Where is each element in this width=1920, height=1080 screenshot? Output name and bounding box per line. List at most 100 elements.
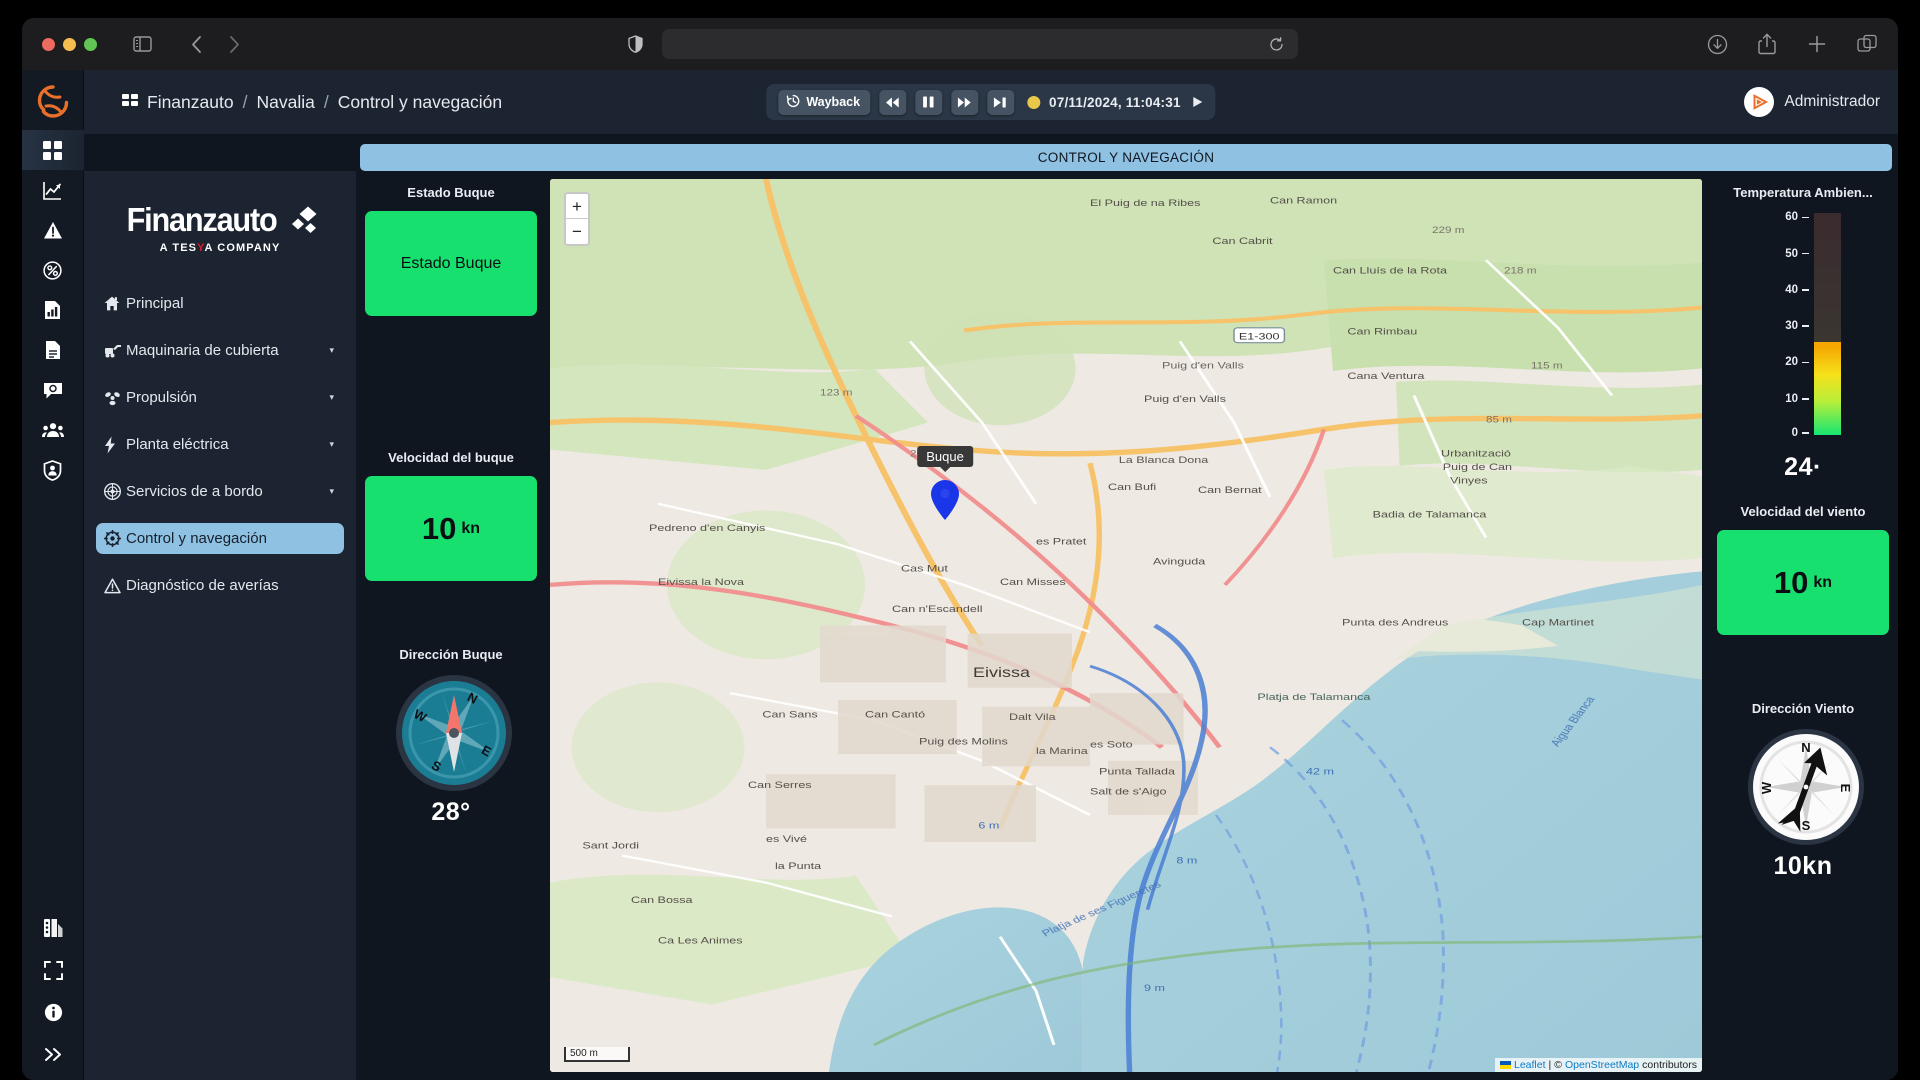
- svg-text:Can Bernat: Can Bernat: [1198, 485, 1263, 495]
- zoom-out-button[interactable]: −: [566, 219, 588, 244]
- sidebar-item-planta-electrica[interactable]: Planta eléctrica ▾: [96, 429, 344, 460]
- svg-text:Can Cabrit: Can Cabrit: [1212, 236, 1273, 246]
- svg-text:Can Ramon: Can Ramon: [1270, 196, 1337, 206]
- users-group-icon: [42, 422, 64, 438]
- wayback-button[interactable]: Wayback: [778, 90, 870, 115]
- rail-item-documents[interactable]: [22, 330, 84, 370]
- svg-text:42 m: 42 m: [1306, 767, 1334, 777]
- traffic-lights: [42, 38, 97, 51]
- breadcrumb-item-1[interactable]: Navalia: [256, 92, 314, 113]
- bolt-icon: [104, 436, 126, 454]
- rail-item-fullscreen[interactable]: [22, 950, 84, 990]
- rail-item-reports[interactable]: [22, 290, 84, 330]
- rail-item-messages[interactable]: [22, 370, 84, 410]
- rail-item-info[interactable]: [22, 992, 84, 1032]
- rail-item-expand[interactable]: [22, 1034, 84, 1074]
- rail-bottom-group: [22, 908, 84, 1074]
- copy-tabs-icon[interactable]: [1854, 31, 1880, 57]
- line-chart-icon: [43, 181, 62, 200]
- sidebar-item-control-y-navegacion[interactable]: Control y navegación: [96, 523, 344, 554]
- leaflet-link[interactable]: Leaflet: [1514, 1059, 1546, 1071]
- tick-dash: [1802, 432, 1809, 434]
- copyright-symbol: ©: [1554, 1059, 1562, 1071]
- minimize-window-button[interactable]: [63, 38, 76, 51]
- maximize-window-button[interactable]: [84, 38, 97, 51]
- close-window-button[interactable]: [42, 38, 55, 51]
- direccion-viento-value: 10kn: [1774, 852, 1833, 881]
- browser-chrome: [22, 18, 1898, 70]
- finanzauto-logo: Finanzauto A TESYA COMPANY: [84, 193, 356, 254]
- sidebar-item-maquinaria-de-cubierta[interactable]: Maquinaria de cubierta ▾: [96, 335, 344, 366]
- shield-icon[interactable]: [622, 31, 648, 57]
- rail-item-theme[interactable]: [22, 908, 84, 948]
- logo-tagline: A TESYA COMPANY: [84, 242, 356, 254]
- share-icon[interactable]: [1754, 31, 1780, 57]
- rail-item-alarms[interactable]: [22, 210, 84, 250]
- direccion-viento-title: Dirección Viento: [1752, 701, 1854, 716]
- chat-bubble-icon: [43, 381, 63, 400]
- address-bar[interactable]: [662, 29, 1298, 59]
- app-logo-icon[interactable]: [31, 78, 75, 124]
- pause-button[interactable]: [915, 90, 942, 115]
- svg-text:Dalt Vila: Dalt Vila: [1009, 713, 1057, 723]
- estado-buque-value: Estado Buque: [365, 211, 537, 316]
- rewind-button[interactable]: [879, 90, 906, 115]
- svg-text:Pedreno d'en Canyis: Pedreno d'en Canyis: [649, 523, 766, 533]
- forward-chevron-icon[interactable]: [221, 31, 247, 57]
- velocidad-viento-value: 10 kn: [1717, 530, 1889, 635]
- svg-text:Urbanització: Urbanització: [1441, 449, 1511, 459]
- svg-text:Eivissa la Nova: Eivissa la Nova: [658, 577, 745, 587]
- grid-icon[interactable]: [122, 94, 138, 110]
- tick-dash: [1802, 253, 1809, 255]
- zoom-in-button[interactable]: +: [566, 194, 588, 219]
- rail-item-percent[interactable]: [22, 250, 84, 290]
- tick-label: 30: [1785, 320, 1798, 332]
- rail-item-users[interactable]: [22, 410, 84, 450]
- map[interactable]: El Puig de na Ribes Can Ramon Can Cabrit…: [550, 179, 1702, 1072]
- skip-end-button[interactable]: [987, 90, 1014, 115]
- download-icon[interactable]: [1704, 31, 1730, 57]
- rail-item-analytics[interactable]: [22, 170, 84, 210]
- logo-diamonds-icon: [289, 205, 319, 235]
- tagline-post: A COMPANY: [205, 242, 281, 254]
- svg-text:la Punta: la Punta: [775, 861, 822, 871]
- openstreetmap-link[interactable]: OpenStreetMap: [1565, 1059, 1639, 1071]
- rail-item-dashboard[interactable]: [22, 130, 84, 170]
- svg-text:218 m: 218 m: [1504, 267, 1536, 276]
- ship-marker-group[interactable]: Buque: [930, 479, 960, 526]
- svg-text:8 m: 8 m: [1176, 856, 1197, 866]
- plus-icon[interactable]: [1804, 31, 1830, 57]
- sidebar-item-label: Planta eléctrica: [126, 436, 329, 453]
- banner-row: CONTROL Y NAVEGACIÓN: [84, 134, 1898, 171]
- svg-text:Puig des Molins: Puig des Molins: [919, 737, 1008, 747]
- back-chevron-icon[interactable]: [183, 31, 209, 57]
- velocidad-buque-title: Velocidad del buque: [388, 450, 514, 465]
- svg-text:Can Lluís de la Rota: Can Lluís de la Rota: [1333, 266, 1448, 276]
- sidebar-item-propulsion[interactable]: Propulsión ▾: [96, 382, 344, 413]
- breadcrumb-item-2[interactable]: Control y navegación: [338, 92, 502, 113]
- user-menu[interactable]: Administrador: [1744, 87, 1880, 117]
- breadcrumb-separator: /: [324, 92, 329, 113]
- map-pin-icon[interactable]: [930, 479, 960, 521]
- sidebar-toggle-icon[interactable]: [129, 31, 155, 57]
- breadcrumb-item-0[interactable]: Finanzauto: [147, 92, 234, 113]
- reload-icon[interactable]: [1263, 31, 1289, 57]
- rail-item-shield-settings[interactable]: [22, 450, 84, 490]
- thermometer-fill: [1814, 346, 1841, 435]
- svg-text:6 m: 6 m: [978, 821, 999, 831]
- svg-text:El Puig de na Ribes: El Puig de na Ribes: [1090, 198, 1201, 208]
- play-icon[interactable]: [1192, 96, 1204, 108]
- svg-text:Cana Ventura: Cana Ventura: [1347, 372, 1425, 382]
- fast-forward-button[interactable]: [951, 90, 978, 115]
- thermometer-marker: [1814, 342, 1841, 347]
- attrib-separator: |: [1549, 1059, 1552, 1071]
- chevron-down-icon: ▾: [329, 439, 334, 450]
- banner-left-spacer: [84, 134, 356, 171]
- svg-text:Avinguda: Avinguda: [1153, 557, 1206, 567]
- sidebar-item-label: Propulsión: [126, 389, 329, 406]
- sidebar-item-diagnostico-de-averias[interactable]: Diagnóstico de averías: [96, 570, 344, 601]
- map-zoom-controls: + −: [564, 192, 590, 246]
- chevron-down-icon: ▾: [329, 345, 334, 356]
- sidebar-item-principal[interactable]: Principal: [96, 288, 344, 319]
- sidebar-item-servicios-de-a-bordo[interactable]: Servicios de a bordo ▾: [96, 476, 344, 507]
